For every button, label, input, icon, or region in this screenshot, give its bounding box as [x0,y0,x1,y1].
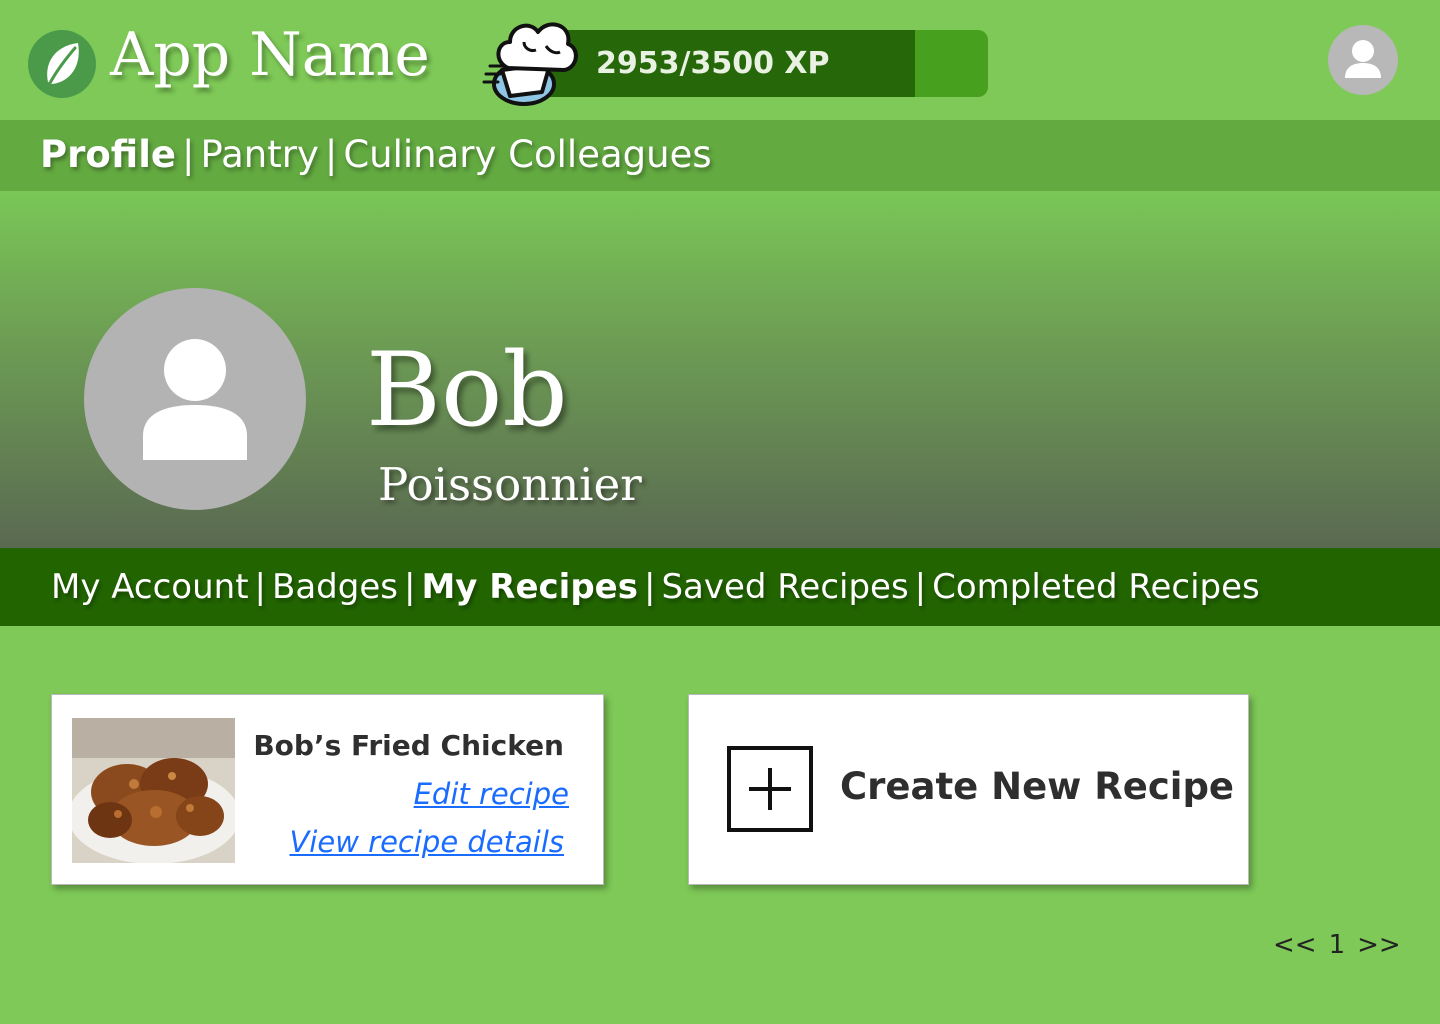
recipe-card: Bob’s Fried Chicken Edit recipe View rec… [51,694,604,885]
profile-avatar [84,288,306,510]
nav-separator: | [254,567,267,607]
chef-hat-icon [480,12,580,106]
user-icon[interactable] [1328,25,1398,95]
nav-separator: | [643,567,656,607]
profile-name: Bob [366,331,568,450]
tab-my-recipes[interactable]: My Recipes [421,567,638,607]
recipe-title: Bob’s Fried Chicken [253,729,564,762]
profile-title: Poissonnier [378,458,642,511]
user-icon [143,339,247,460]
edit-recipe-link[interactable]: Edit recipe [414,777,569,811]
app-name[interactable]: App Name [110,20,430,90]
recipe-image[interactable] [72,718,235,863]
nav-separator: | [182,133,195,176]
nav-separator: | [914,567,927,607]
view-recipe-details-link[interactable]: View recipe details [289,825,564,859]
next-page-button[interactable]: >> [1357,930,1401,960]
tab-saved-recipes[interactable]: Saved Recipes [661,567,908,607]
page-number[interactable]: 1 [1317,930,1358,960]
main-nav-links: Profile | Pantry | Culinary Colleagues [40,120,712,189]
tab-my-account[interactable]: My Account [51,567,249,607]
create-recipe-button[interactable]: Create New Recipe [688,694,1249,885]
nav-profile[interactable]: Profile [40,133,176,176]
profile-nav: My Account | Badges | My Recipes | Saved Recip… [0,548,1440,626]
nav-pantry[interactable]: Pantry [200,133,318,176]
xp-label: 2953/3500 XP [596,46,830,81]
create-recipe-label: Create New Recipe [840,765,1235,808]
leaf-icon[interactable] [28,30,96,98]
plus-icon [727,746,813,832]
nav-separator: | [324,133,338,176]
pagination: << 1 >> [1273,930,1401,960]
profile-banner: Bob Poissonnier [0,191,1440,548]
tab-completed-recipes[interactable]: Completed Recipes [932,567,1260,607]
xp-progress-bar: 2953/3500 XP [520,30,988,97]
previous-page-button[interactable]: << [1273,930,1317,960]
top-header: App Name 2953/3500 XP [0,0,1440,120]
profile-nav-links: My Account | Badges | My Recipes | Saved Recip… [51,548,1260,626]
nav-culinary-colleagues[interactable]: Culinary Colleagues [343,133,711,176]
nav-separator: | [403,567,416,607]
main-nav: Profile | Pantry | Culinary Colleagues [0,120,1440,191]
tab-badges[interactable]: Badges [272,567,398,607]
